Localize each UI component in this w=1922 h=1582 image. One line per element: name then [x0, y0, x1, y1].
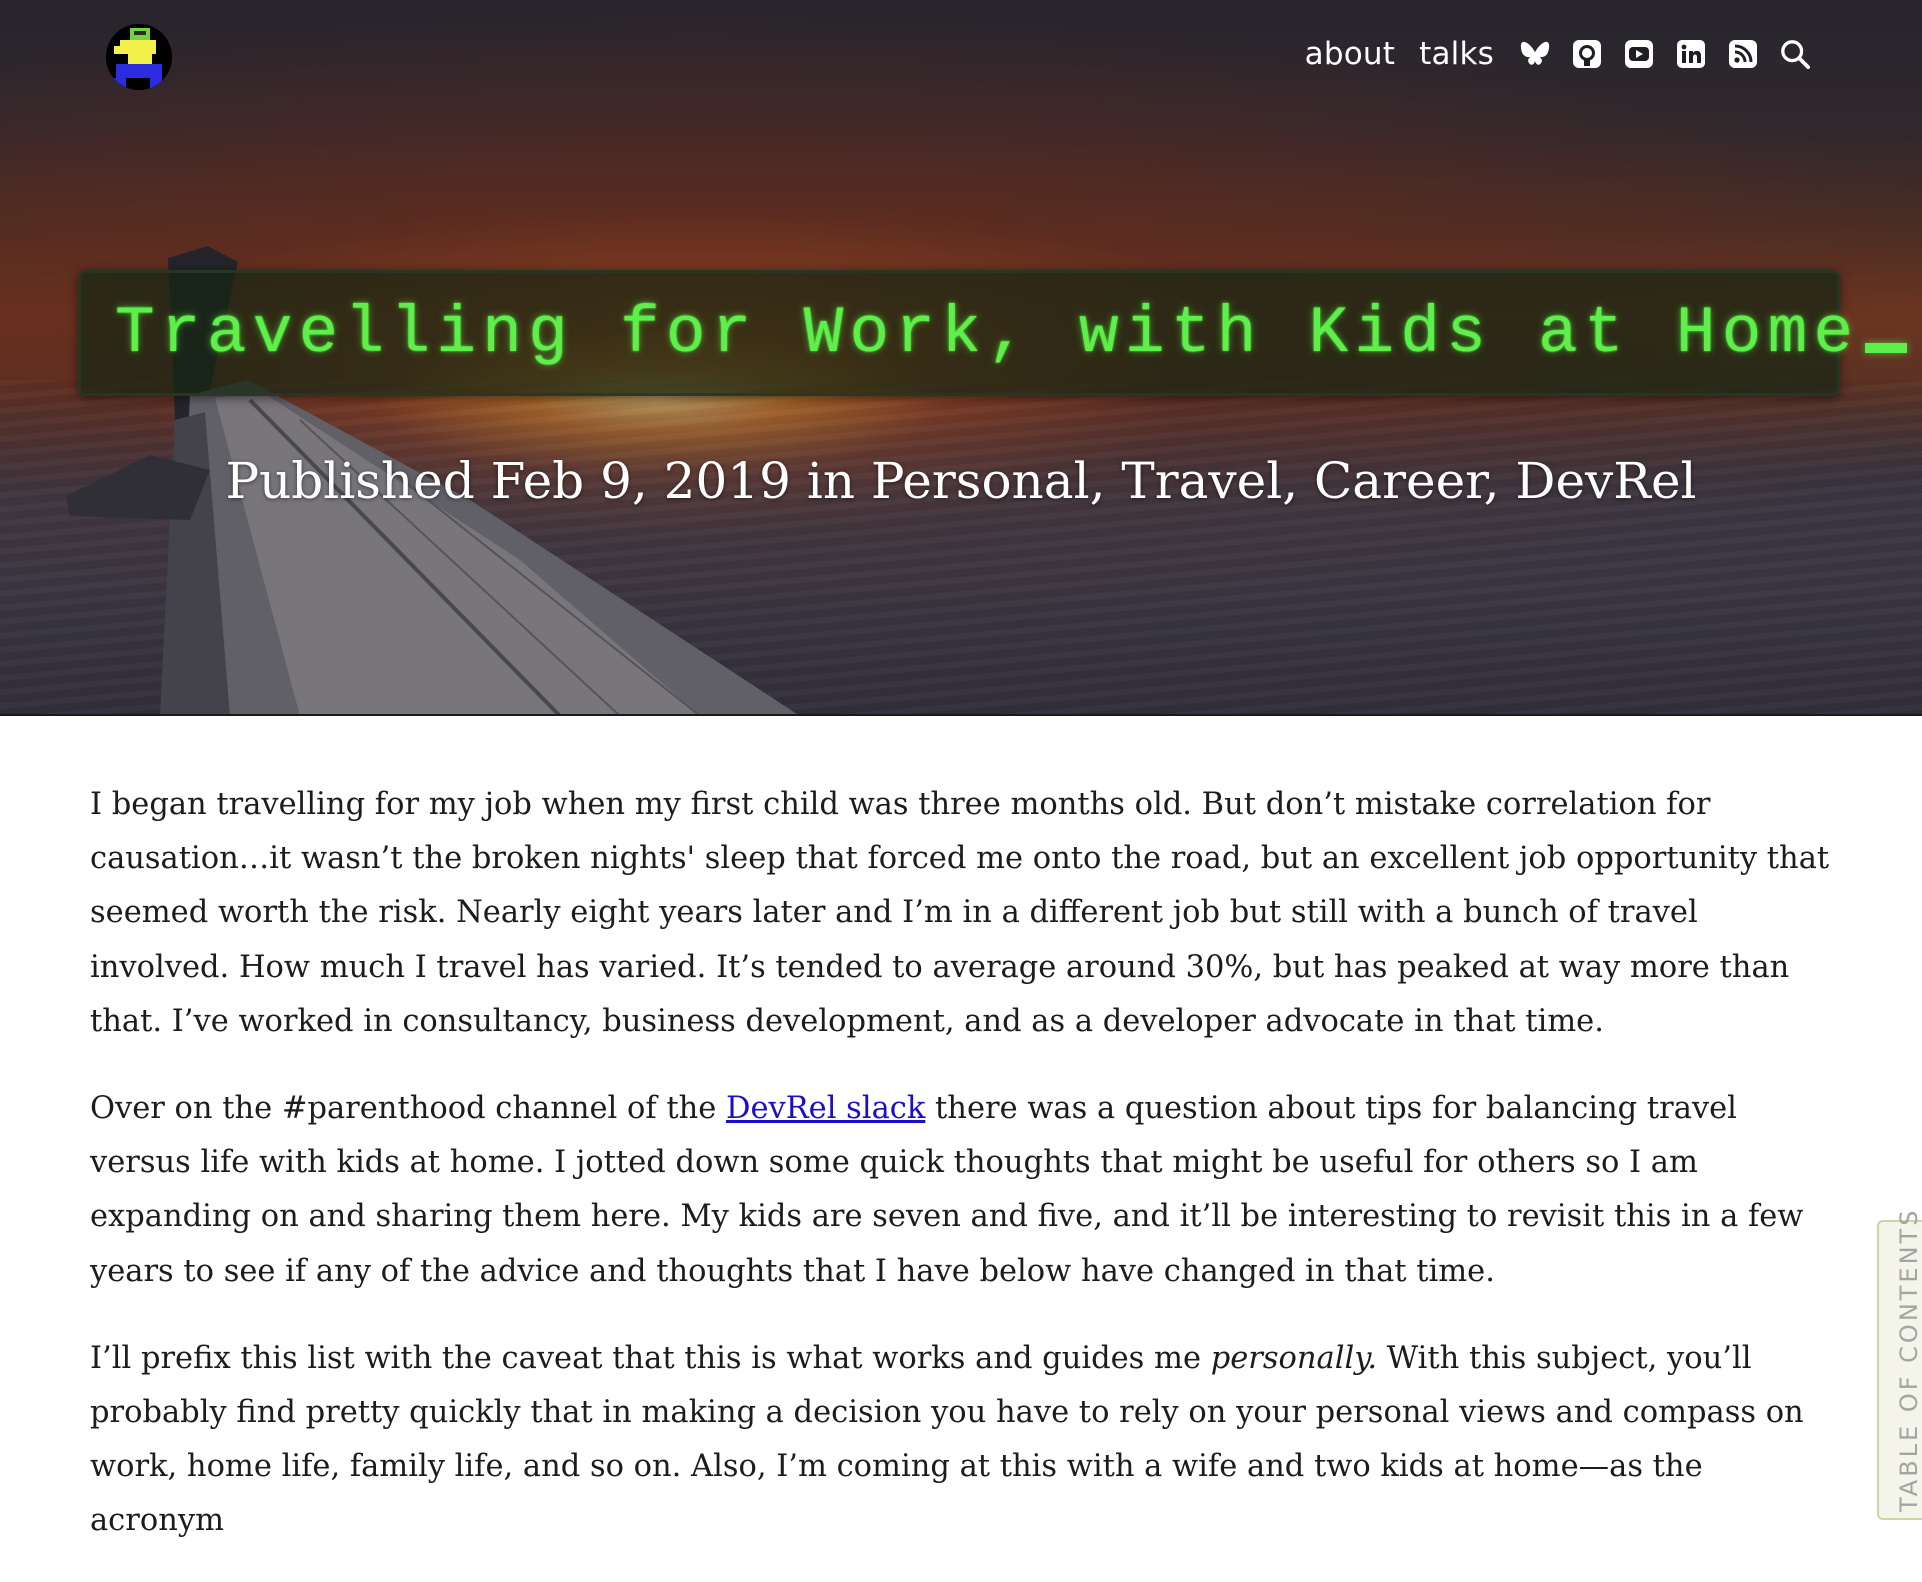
emphasis-text: personally. — [1210, 1340, 1378, 1376]
post-title-text: Travelling for Work, with Kids at Home — [115, 295, 1860, 371]
paragraph-text: Over on the #parenthood channel of the — [90, 1091, 726, 1127]
nav-about-link[interactable]: about — [1305, 36, 1395, 72]
paragraph-text: I’ll prefix this list with the caveat th… — [90, 1340, 1211, 1376]
top-navigation: about talks — [1281, 36, 1810, 72]
post-title-box: Travelling for Work, with Kids at Home — [78, 270, 1908, 396]
bluesky-icon[interactable] — [1520, 39, 1550, 69]
terminal-cursor — [1865, 342, 1908, 353]
table-of-contents-toggle[interactable]: TABLE OF CONTENTS — [1877, 1208, 1922, 1520]
article-paragraph-3: I’ll prefix this list with the caveat th… — [90, 1332, 1830, 1549]
search-icon[interactable] — [1780, 39, 1810, 69]
post-meta: Published Feb 9, 2019 in Personal, Trave… — [225, 452, 1697, 510]
github-icon[interactable] — [1572, 39, 1602, 69]
logo-icon — [106, 24, 172, 90]
nav-talks-link[interactable]: talks — [1419, 36, 1494, 72]
youtube-icon[interactable] — [1624, 39, 1654, 69]
article-body: I began travelling for my job when my fi… — [90, 778, 1830, 1582]
post-title: Travelling for Work, with Kids at Home — [115, 295, 1908, 371]
article-paragraph-2: Over on the #parenthood channel of the D… — [90, 1082, 1830, 1299]
hero-banner: about talks Travelling for Work, with Ki… — [0, 0, 1922, 716]
site-logo[interactable] — [106, 24, 172, 90]
linkedin-icon[interactable] — [1676, 39, 1706, 69]
rss-icon[interactable] — [1728, 39, 1758, 69]
toc-label: TABLE OF CONTENTS — [1895, 1207, 1922, 1512]
devrel-slack-link[interactable]: DevRel slack — [726, 1091, 925, 1126]
article-paragraph-1: I began travelling for my job when my fi… — [90, 787, 1830, 1039]
